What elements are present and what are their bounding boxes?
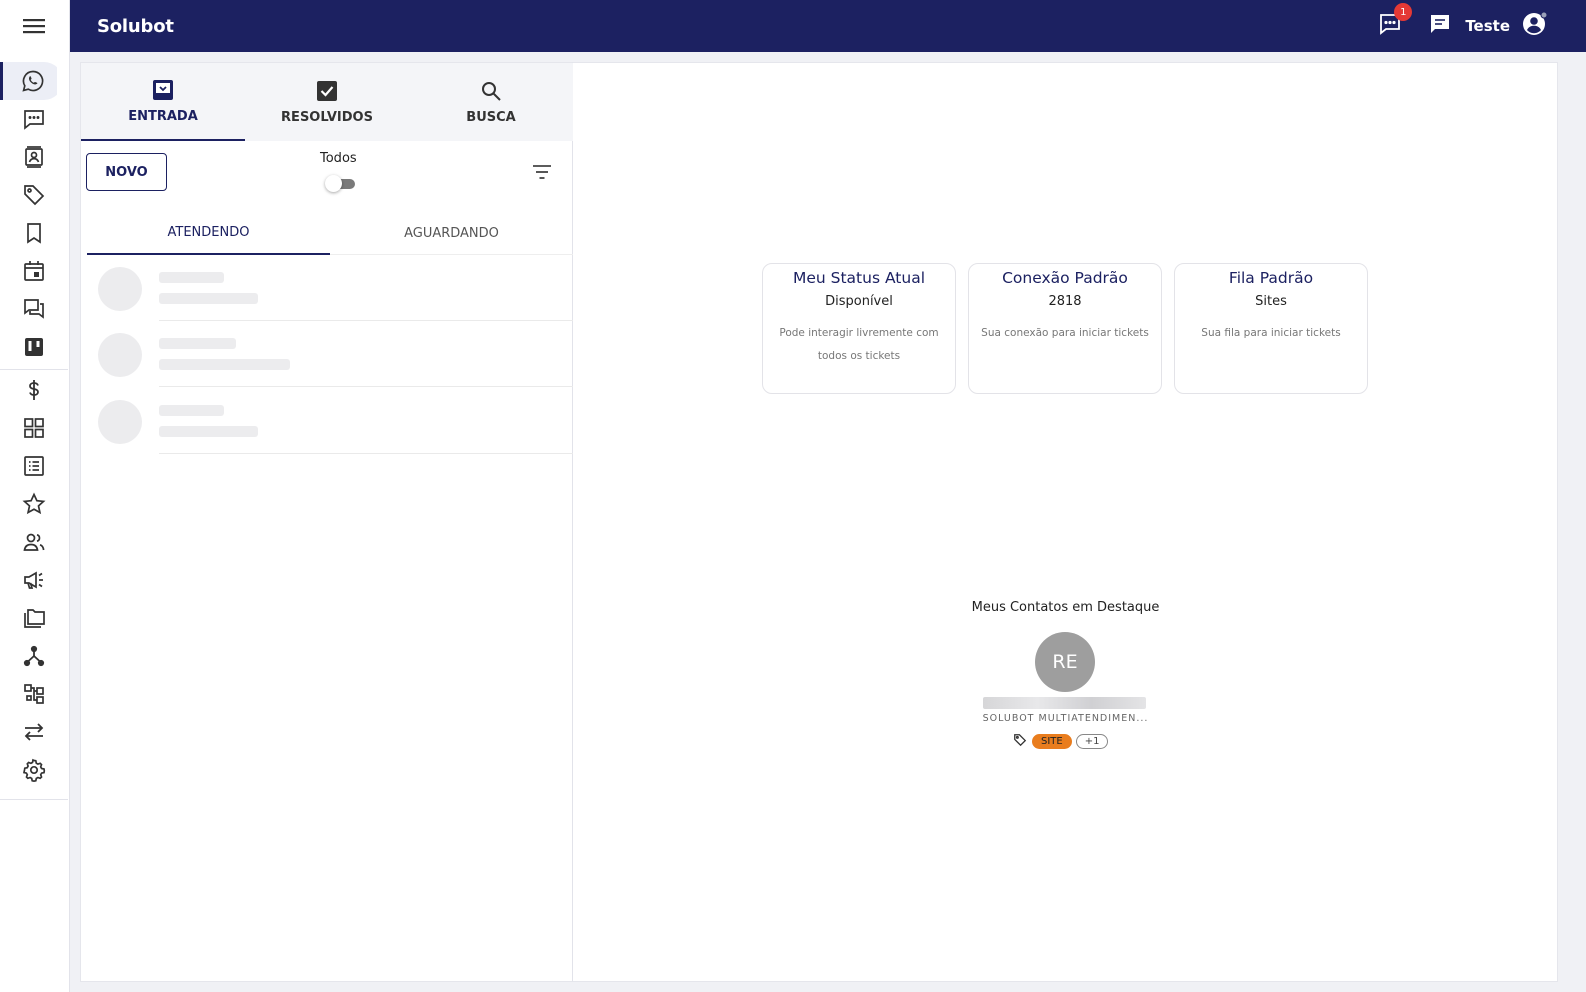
card-description: Sua fila para iniciar tickets — [1201, 327, 1341, 339]
more-tags-badge[interactable]: +1 — [1075, 734, 1109, 749]
loading-skeleton-row — [81, 321, 573, 387]
dollar-icon[interactable] — [0, 371, 68, 409]
main-panel: Meu Status Atual Disponível Pode interag… — [573, 62, 1558, 982]
check-square-icon — [316, 80, 338, 102]
calendar-icon[interactable] — [0, 252, 68, 290]
skeleton-line — [159, 426, 258, 437]
hierarchy-icon[interactable] — [0, 637, 68, 675]
inbox-icon — [152, 79, 174, 101]
card-value: 2818 — [1048, 294, 1082, 309]
card-description: Pode interagir livremente com todos os t… — [779, 327, 939, 362]
search-icon — [480, 80, 502, 102]
toggle-label: Todos — [320, 151, 357, 166]
skeleton-avatar — [98, 400, 142, 444]
workflow-icon[interactable] — [0, 675, 68, 713]
show-all-toggle[interactable] — [325, 175, 355, 192]
gear-icon[interactable] — [0, 751, 68, 789]
tab-label: RESOLVIDOS — [281, 109, 373, 125]
skeleton-avatar — [98, 333, 142, 377]
contact-name-redacted — [983, 697, 1146, 709]
tab-atendendo[interactable]: ATENDENDO — [87, 211, 330, 255]
tab-label: BUSCA — [466, 109, 516, 125]
chat-dots-icon[interactable] — [0, 100, 68, 138]
featured-contacts-title: Meus Contatos em Destaque — [971, 600, 1160, 615]
card-value: Sites — [1255, 294, 1287, 309]
skeleton-line — [159, 293, 258, 304]
tickets-tabs: ENTRADA RESOLVIDOS BUSCA — [81, 63, 573, 141]
dashboard-grid-icon[interactable] — [0, 409, 68, 447]
user-name[interactable]: Teste — [1465, 17, 1510, 35]
tag-badge[interactable]: SITE — [1032, 734, 1072, 749]
card-description: Sua conexão para iniciar tickets — [981, 327, 1149, 339]
sidebar-divider — [0, 369, 68, 370]
new-ticket-button[interactable]: NOVO — [86, 153, 167, 191]
row-divider — [159, 453, 573, 454]
skeleton-line — [159, 359, 290, 370]
top-actions: 1 Teste — [1377, 0, 1548, 52]
notification-badge: 1 — [1394, 3, 1413, 21]
list-icon[interactable] — [0, 447, 68, 485]
row-divider — [159, 386, 573, 387]
user-menu-button[interactable] — [1522, 11, 1548, 41]
queue-card[interactable]: Fila Padrão Sites Sua fila para iniciar … — [1174, 263, 1368, 394]
tab-entrada[interactable]: ENTRADA — [81, 63, 245, 141]
card-title: Fila Padrão — [1228, 269, 1314, 287]
skeleton-line — [159, 405, 224, 416]
folders-icon[interactable] — [0, 599, 68, 637]
whatsapp-icon[interactable] — [0, 62, 63, 100]
sidebar — [0, 0, 70, 992]
bookmark-icon[interactable] — [0, 214, 68, 252]
skeleton-line — [159, 338, 236, 349]
contacts-icon[interactable] — [0, 138, 68, 176]
tab-label: ENTRADA — [128, 108, 198, 124]
top-bar: Solubot 1 Teste — [70, 0, 1586, 52]
forum-icon[interactable] — [0, 290, 68, 328]
toggle-knob — [325, 175, 342, 192]
skeleton-avatar — [98, 267, 142, 311]
status-card[interactable]: Meu Status Atual Disponível Pode interag… — [762, 263, 956, 394]
message-icon — [1428, 12, 1452, 40]
card-title: Meu Status Atual — [792, 269, 925, 287]
swap-icon[interactable] — [0, 713, 68, 751]
contact-company: SOLUBOT MULTIATENDIMEN... — [982, 713, 1149, 724]
loading-skeleton-row — [81, 388, 573, 454]
ticket-status-tabs: ATENDENDO AGUARDANDO — [87, 211, 573, 255]
tag-icon[interactable] — [0, 176, 68, 214]
skeleton-line — [159, 272, 224, 283]
tab-aguardando[interactable]: AGUARDANDO — [330, 211, 573, 255]
tickets-panel: ENTRADA RESOLVIDOS BUSCA NOVO Todos ATEN… — [80, 62, 573, 982]
tag-icon — [1013, 732, 1027, 751]
loading-skeleton-row — [81, 255, 573, 321]
card-value: Disponível — [825, 294, 893, 309]
tab-busca[interactable]: BUSCA — [409, 63, 573, 141]
tab-resolvidos[interactable]: RESOLVIDOS — [245, 63, 409, 141]
notifications-button[interactable]: 1 — [1377, 3, 1413, 39]
star-icon[interactable] — [0, 485, 68, 523]
megaphone-icon[interactable] — [0, 561, 68, 599]
card-title: Conexão Padrão — [1002, 269, 1128, 287]
contact-tags: SITE +1 — [1013, 732, 1109, 751]
hamburger-menu-icon[interactable] — [22, 16, 46, 36]
account-circle-icon — [1522, 11, 1548, 41]
app-title: Solubot — [97, 15, 174, 37]
kanban-icon[interactable] — [0, 328, 68, 366]
contact-avatar[interactable]: RE — [1035, 632, 1095, 692]
users-icon[interactable] — [0, 523, 68, 561]
sidebar-divider — [0, 799, 68, 800]
messages-button[interactable] — [1427, 13, 1453, 39]
connection-card[interactable]: Conexão Padrão 2818 Sua conexão para ini… — [968, 263, 1162, 394]
filter-icon[interactable] — [531, 161, 553, 183]
